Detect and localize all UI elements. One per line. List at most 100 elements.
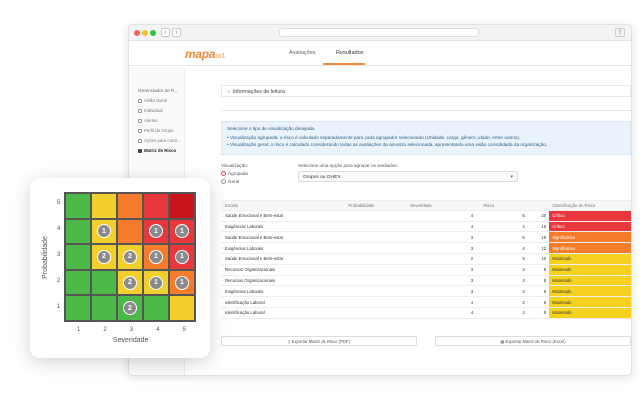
tab-avaliacoes[interactable]: Avaliações bbox=[289, 50, 316, 56]
column-header-risco[interactable]: Risco bbox=[483, 203, 549, 208]
matrix-cell[interactable]: 2 bbox=[117, 295, 143, 321]
export-excel-label: Exportar Matriz de Risco (Excel) bbox=[505, 339, 566, 344]
matrix-y-tick: 2 bbox=[57, 278, 61, 284]
matrix-cell[interactable] bbox=[169, 295, 195, 321]
back-icon[interactable]: ‹ bbox=[161, 28, 170, 37]
matrix-count-badge[interactable]: 1 bbox=[175, 224, 189, 239]
matrix-cell[interactable]: 1 bbox=[143, 244, 169, 270]
matrix-cell[interactable]: 2 bbox=[117, 244, 143, 270]
close-window-icon[interactable] bbox=[134, 30, 140, 36]
cell-escala: Recursos Organizacionais bbox=[225, 277, 276, 283]
grouping-select-value: Grupos ou GHE's bbox=[303, 175, 341, 180]
cell-escala: Exigências Laborais bbox=[225, 223, 264, 229]
actions-icon bbox=[138, 138, 142, 143]
matrix-count-badge[interactable]: 1 bbox=[175, 249, 189, 264]
minimize-window-icon[interactable] bbox=[142, 30, 148, 36]
cell-severidade: 4 bbox=[470, 310, 474, 316]
cell-classificacao: Significativo bbox=[549, 232, 631, 243]
matrix-cell[interactable] bbox=[91, 269, 117, 296]
radio-unselected-icon bbox=[221, 179, 226, 184]
matrix-cell[interactable] bbox=[65, 218, 91, 245]
matrix-cell[interactable] bbox=[65, 244, 91, 270]
sidebar-item-individual[interactable]: Individual bbox=[138, 108, 163, 113]
forward-icon[interactable]: › bbox=[172, 28, 181, 37]
table-header: Escala Probabilidade Severidade Risco Cl… bbox=[221, 200, 631, 211]
cell-severidade: 3 bbox=[470, 277, 474, 283]
column-header-severidade[interactable]: Severidade bbox=[410, 203, 483, 208]
table-row: Identificação Laboral 4 2 8 Moderado bbox=[221, 307, 631, 319]
info-bullet: • Visualização agrupada: o risco é calcu… bbox=[227, 135, 521, 140]
matrix-cell[interactable]: 2 bbox=[91, 244, 117, 270]
maximize-window-icon[interactable] bbox=[150, 30, 156, 36]
risk-matrix-grid: 11122112112 bbox=[64, 192, 196, 322]
cell-probabilidade-value: 3 bbox=[522, 288, 525, 294]
matrix-cell[interactable] bbox=[143, 193, 169, 219]
matrix-cell[interactable]: 1 bbox=[143, 218, 169, 245]
export-excel-button[interactable]: ▦ Exportar Matriz de Risco (Excel) bbox=[435, 336, 631, 346]
matrix-count-badge[interactable]: 2 bbox=[123, 249, 137, 264]
cell-severidade: 3 bbox=[470, 234, 474, 240]
cell-classificacao: Moderado bbox=[549, 286, 631, 297]
cell-severidade: 3 bbox=[470, 288, 474, 294]
matrix-cell[interactable] bbox=[65, 193, 91, 219]
sidebar-item-visao-geral[interactable]: Visão Geral bbox=[138, 98, 167, 103]
url-bar[interactable] bbox=[279, 28, 479, 37]
chevron-down-icon: ▾ bbox=[510, 174, 513, 180]
table-row: Exigências Laborais 3 4 12 Significativo bbox=[221, 243, 631, 254]
matrix-cell[interactable]: 1 bbox=[169, 218, 195, 245]
matrix-cell[interactable]: 1 bbox=[169, 244, 195, 270]
sidebar-item-alertas[interactable]: Alertas bbox=[138, 118, 158, 123]
alert-icon bbox=[138, 118, 142, 123]
sidebar-item-label: Alertas bbox=[144, 118, 158, 123]
cell-classificacao: Crítico bbox=[549, 221, 631, 232]
info-bullet: • Visualização geral: o risco é calculad… bbox=[227, 141, 548, 147]
export-pdf-button[interactable]: ▯ Exportar Matriz de Risco (PDF) bbox=[221, 336, 417, 346]
visualization-label: Visualização: bbox=[221, 163, 248, 168]
sidebar-item-perfil[interactable]: Perfil do Grupo bbox=[138, 128, 174, 133]
column-header-probabilidade[interactable]: Probabilidade bbox=[348, 203, 410, 208]
cell-escala: Exigências Laborais bbox=[225, 288, 264, 294]
matrix-count-badge[interactable]: 1 bbox=[149, 224, 163, 239]
cell-classificacao: Moderado bbox=[549, 307, 631, 318]
radio-label: Geral bbox=[228, 179, 240, 184]
matrix-cell[interactable] bbox=[169, 193, 195, 219]
column-header-classificacao[interactable]: Classificação do Risco bbox=[549, 201, 631, 210]
matrix-x-tick: 5 bbox=[182, 327, 186, 333]
cell-severidade: 2 bbox=[470, 256, 474, 262]
info-accordion[interactable]: › Informações de leitura bbox=[221, 85, 631, 97]
matrix-count-badge[interactable]: 2 bbox=[123, 301, 137, 316]
matrix-cell[interactable]: 1 bbox=[169, 269, 195, 296]
matrix-x-tick: 3 bbox=[129, 327, 134, 333]
matrix-count-badge[interactable]: 1 bbox=[97, 224, 111, 239]
sidebar-item-acoes[interactable]: Ações para contr... bbox=[138, 138, 181, 143]
info-bullet-text: Visualização geral: o risco é calculado … bbox=[229, 141, 548, 147]
matrix-cell[interactable] bbox=[91, 295, 117, 321]
matrix-count-badge[interactable]: 1 bbox=[175, 275, 189, 290]
radio-label: Agrupada bbox=[228, 171, 248, 176]
matrix-x-label: Severidade bbox=[113, 337, 149, 344]
matrix-cell[interactable] bbox=[117, 218, 143, 245]
matrix-count-badge[interactable]: 2 bbox=[97, 249, 111, 264]
column-header-escala[interactable]: Escala bbox=[221, 203, 348, 208]
table-row: Recursos Organizacionais 3 3 9 Moderado bbox=[221, 275, 631, 287]
matrix-count-badge[interactable]: 1 bbox=[149, 275, 163, 290]
cell-risco: 12 bbox=[541, 245, 547, 251]
matrix-cell[interactable] bbox=[65, 269, 91, 296]
matrix-cell[interactable]: 1 bbox=[91, 218, 117, 245]
grouping-select[interactable]: Grupos ou GHE's ▾ bbox=[298, 171, 518, 182]
matrix-count-badge[interactable]: 1 bbox=[149, 249, 163, 264]
cell-risco: 10 bbox=[541, 256, 547, 262]
matrix-count-badge[interactable]: 2 bbox=[123, 275, 137, 290]
table-row: Saúde Emocional e Bem-estar 2 5 10 Moderado bbox=[221, 253, 631, 265]
matrix-cell[interactable] bbox=[91, 193, 117, 219]
radio-agrupada[interactable]: Agrupada bbox=[221, 171, 248, 176]
tab-resultados[interactable]: Resultados bbox=[336, 50, 364, 56]
matrix-cell[interactable] bbox=[117, 193, 143, 219]
matrix-cell[interactable]: 1 bbox=[143, 269, 169, 296]
share-icon[interactable]: ⇪ bbox=[615, 28, 625, 37]
matrix-cell[interactable] bbox=[143, 295, 169, 321]
sidebar-item-matriz[interactable]: Matriz de Risco bbox=[138, 148, 176, 153]
matrix-cell[interactable]: 2 bbox=[117, 269, 143, 296]
radio-geral[interactable]: Geral bbox=[221, 179, 239, 184]
matrix-cell[interactable] bbox=[65, 295, 91, 321]
